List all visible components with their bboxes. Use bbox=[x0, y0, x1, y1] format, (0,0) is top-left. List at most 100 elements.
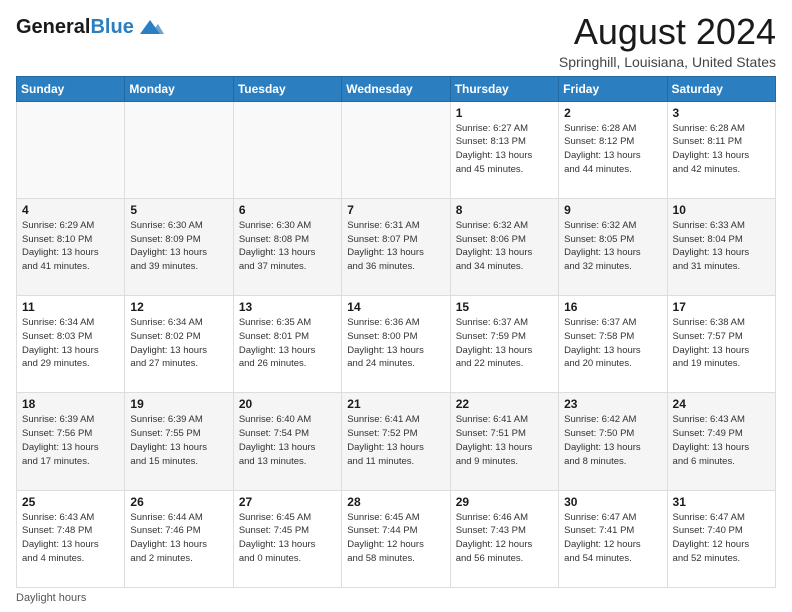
day-number: 5 bbox=[130, 203, 227, 217]
day-info: Sunrise: 6:27 AM Sunset: 8:13 PM Dayligh… bbox=[456, 122, 553, 177]
day-number: 17 bbox=[673, 300, 770, 314]
day-number: 6 bbox=[239, 203, 336, 217]
logo-icon bbox=[136, 16, 164, 38]
day-info: Sunrise: 6:39 AM Sunset: 7:55 PM Dayligh… bbox=[130, 413, 227, 468]
header: GeneralBlue August 2024 Springhill, Loui… bbox=[16, 12, 776, 70]
day-info: Sunrise: 6:30 AM Sunset: 8:09 PM Dayligh… bbox=[130, 219, 227, 274]
calendar-cell: 14Sunrise: 6:36 AM Sunset: 8:00 PM Dayli… bbox=[342, 296, 450, 393]
calendar-cell: 7 Sunrise: 6:31 AM Sunset: 8:07 PM Daylig… bbox=[342, 198, 450, 295]
day-number: 3 bbox=[673, 106, 770, 120]
calendar-cell: 18 Sunrise: 6:39 AM Sunset: 7:56 PM Dayli… bbox=[17, 393, 125, 490]
month-title: August 2024 bbox=[559, 12, 776, 52]
day-number: 16 bbox=[564, 300, 661, 314]
calendar-header-thursday: Thursday bbox=[450, 76, 558, 101]
calendar-week-row: 25 Sunrise: 6:43 AM Sunset: 7:48 PM Dayli… bbox=[17, 490, 776, 587]
calendar-header-row: SundayMondayTuesdayWednesdayThursdayFrid… bbox=[17, 76, 776, 101]
calendar-cell: 5 Sunrise: 6:30 AM Sunset: 8:09 PM Daylig… bbox=[125, 198, 233, 295]
day-number: 9 bbox=[564, 203, 661, 217]
calendar-cell: 12 Sunrise: 6:34 AM Sunset: 8:02 PM Dayli… bbox=[125, 296, 233, 393]
day-number: 12 bbox=[130, 300, 227, 314]
calendar-cell: 15 Sunrise: 6:37 AM Sunset: 7:59 PM Dayli… bbox=[450, 296, 558, 393]
calendar-cell: 24 Sunrise: 6:43 AM Sunset: 7:49 PM Dayli… bbox=[667, 393, 775, 490]
footer-note: Daylight hours bbox=[16, 592, 776, 604]
day-number: 7 bbox=[347, 203, 444, 217]
page: GeneralBlue August 2024 Springhill, Loui… bbox=[0, 0, 792, 612]
day-number: 23 bbox=[564, 397, 661, 411]
calendar-header-monday: Monday bbox=[125, 76, 233, 101]
calendar-week-row: 4 Sunrise: 6:29 AM Sunset: 8:10 PM Daylig… bbox=[17, 198, 776, 295]
calendar-cell: 9 Sunrise: 6:32 AM Sunset: 8:05 PM Daylig… bbox=[559, 198, 667, 295]
calendar-cell: 17 Sunrise: 6:38 AM Sunset: 7:57 PM Dayli… bbox=[667, 296, 775, 393]
day-info: Sunrise: 6:30 AM Sunset: 8:08 PM Dayligh… bbox=[239, 219, 336, 274]
title-block: August 2024 Springhill, Louisiana, Unite… bbox=[559, 12, 776, 70]
day-info: Sunrise: 6:45 AM Sunset: 7:44 PM Dayligh… bbox=[347, 511, 444, 566]
day-info: Sunrise: 6:44 AM Sunset: 7:46 PM Dayligh… bbox=[130, 511, 227, 566]
day-info: Sunrise: 6:43 AM Sunset: 7:48 PM Dayligh… bbox=[22, 511, 119, 566]
calendar-cell: 11Sunrise: 6:34 AM Sunset: 8:03 PM Dayli… bbox=[17, 296, 125, 393]
day-number: 11 bbox=[22, 300, 119, 314]
day-info: Sunrise: 6:45 AM Sunset: 7:45 PM Dayligh… bbox=[239, 511, 336, 566]
day-number: 20 bbox=[239, 397, 336, 411]
calendar-week-row: 11Sunrise: 6:34 AM Sunset: 8:03 PM Dayli… bbox=[17, 296, 776, 393]
day-number: 25 bbox=[22, 495, 119, 509]
day-info: Sunrise: 6:46 AM Sunset: 7:43 PM Dayligh… bbox=[456, 511, 553, 566]
logo-line1: General bbox=[16, 16, 90, 38]
calendar-cell bbox=[125, 101, 233, 198]
calendar-cell: 2Sunrise: 6:28 AM Sunset: 8:12 PM Daylig… bbox=[559, 101, 667, 198]
day-info: Sunrise: 6:32 AM Sunset: 8:06 PM Dayligh… bbox=[456, 219, 553, 274]
day-number: 26 bbox=[130, 495, 227, 509]
calendar-table: SundayMondayTuesdayWednesdayThursdayFrid… bbox=[16, 76, 776, 588]
day-number: 10 bbox=[673, 203, 770, 217]
calendar-cell: 21Sunrise: 6:41 AM Sunset: 7:52 PM Dayli… bbox=[342, 393, 450, 490]
calendar-week-row: 1 Sunrise: 6:27 AM Sunset: 8:13 PM Daylig… bbox=[17, 101, 776, 198]
day-number: 4 bbox=[22, 203, 119, 217]
day-info: Sunrise: 6:47 AM Sunset: 7:40 PM Dayligh… bbox=[673, 511, 770, 566]
calendar-body: 1 Sunrise: 6:27 AM Sunset: 8:13 PM Daylig… bbox=[17, 101, 776, 587]
calendar-header-sunday: Sunday bbox=[17, 76, 125, 101]
day-number: 19 bbox=[130, 397, 227, 411]
day-info: Sunrise: 6:43 AM Sunset: 7:49 PM Dayligh… bbox=[673, 413, 770, 468]
day-number: 14 bbox=[347, 300, 444, 314]
logo-line2: Blue bbox=[90, 16, 133, 38]
calendar-cell: 30Sunrise: 6:47 AM Sunset: 7:41 PM Dayli… bbox=[559, 490, 667, 587]
day-info: Sunrise: 6:38 AM Sunset: 7:57 PM Dayligh… bbox=[673, 316, 770, 371]
calendar-cell: 20 Sunrise: 6:40 AM Sunset: 7:54 PM Dayli… bbox=[233, 393, 341, 490]
day-info: Sunrise: 6:32 AM Sunset: 8:05 PM Dayligh… bbox=[564, 219, 661, 274]
day-info: Sunrise: 6:39 AM Sunset: 7:56 PM Dayligh… bbox=[22, 413, 119, 468]
calendar-cell: 6 Sunrise: 6:30 AM Sunset: 8:08 PM Daylig… bbox=[233, 198, 341, 295]
day-number: 1 bbox=[456, 106, 553, 120]
day-number: 18 bbox=[22, 397, 119, 411]
day-number: 24 bbox=[673, 397, 770, 411]
day-number: 15 bbox=[456, 300, 553, 314]
calendar-cell: 27 Sunrise: 6:45 AM Sunset: 7:45 PM Dayli… bbox=[233, 490, 341, 587]
day-info: Sunrise: 6:37 AM Sunset: 7:58 PM Dayligh… bbox=[564, 316, 661, 371]
day-info: Sunrise: 6:34 AM Sunset: 8:02 PM Dayligh… bbox=[130, 316, 227, 371]
calendar-cell: 31 Sunrise: 6:47 AM Sunset: 7:40 PM Dayli… bbox=[667, 490, 775, 587]
day-info: Sunrise: 6:35 AM Sunset: 8:01 PM Dayligh… bbox=[239, 316, 336, 371]
day-number: 27 bbox=[239, 495, 336, 509]
day-number: 31 bbox=[673, 495, 770, 509]
calendar-cell: 10 Sunrise: 6:33 AM Sunset: 8:04 PM Dayli… bbox=[667, 198, 775, 295]
day-number: 2 bbox=[564, 106, 661, 120]
calendar-cell: 22Sunrise: 6:41 AM Sunset: 7:51 PM Dayli… bbox=[450, 393, 558, 490]
day-info: Sunrise: 6:37 AM Sunset: 7:59 PM Dayligh… bbox=[456, 316, 553, 371]
calendar-cell bbox=[17, 101, 125, 198]
day-number: 30 bbox=[564, 495, 661, 509]
day-number: 13 bbox=[239, 300, 336, 314]
day-number: 22 bbox=[456, 397, 553, 411]
day-info: Sunrise: 6:29 AM Sunset: 8:10 PM Dayligh… bbox=[22, 219, 119, 274]
calendar-cell: 29Sunrise: 6:46 AM Sunset: 7:43 PM Dayli… bbox=[450, 490, 558, 587]
calendar-week-row: 18 Sunrise: 6:39 AM Sunset: 7:56 PM Dayli… bbox=[17, 393, 776, 490]
location: Springhill, Louisiana, United States bbox=[559, 54, 776, 70]
day-info: Sunrise: 6:33 AM Sunset: 8:04 PM Dayligh… bbox=[673, 219, 770, 274]
calendar-cell: 28Sunrise: 6:45 AM Sunset: 7:44 PM Dayli… bbox=[342, 490, 450, 587]
day-info: Sunrise: 6:28 AM Sunset: 8:11 PM Dayligh… bbox=[673, 122, 770, 177]
calendar-cell: 16 Sunrise: 6:37 AM Sunset: 7:58 PM Dayli… bbox=[559, 296, 667, 393]
day-info: Sunrise: 6:41 AM Sunset: 7:52 PM Dayligh… bbox=[347, 413, 444, 468]
day-number: 8 bbox=[456, 203, 553, 217]
day-info: Sunrise: 6:31 AM Sunset: 8:07 PM Dayligh… bbox=[347, 219, 444, 274]
day-info: Sunrise: 6:40 AM Sunset: 7:54 PM Dayligh… bbox=[239, 413, 336, 468]
calendar-cell bbox=[342, 101, 450, 198]
calendar-cell: 26 Sunrise: 6:44 AM Sunset: 7:46 PM Dayli… bbox=[125, 490, 233, 587]
calendar-header-saturday: Saturday bbox=[667, 76, 775, 101]
